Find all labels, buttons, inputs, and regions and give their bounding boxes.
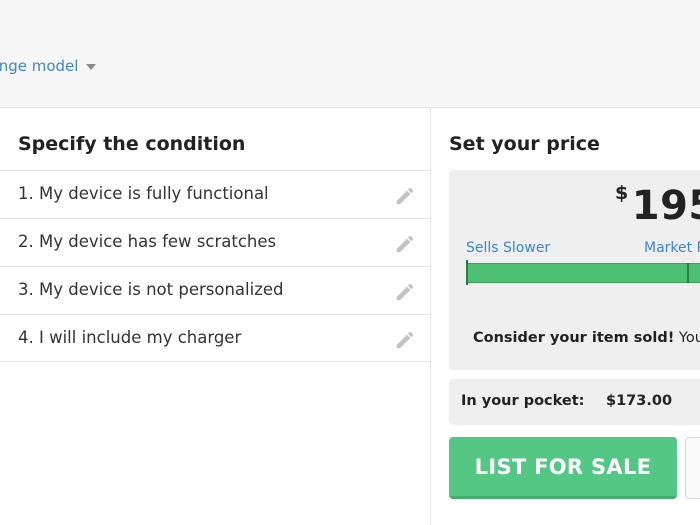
price-amount: $195 — [615, 182, 700, 229]
market-rate-label[interactable]: Market R — [644, 240, 700, 256]
pocket-value: $173.00 — [606, 393, 673, 409]
condition-list: 1. My device is fully functional 2. My d… — [0, 170, 430, 362]
change-model-label: hange model — [0, 57, 79, 75]
pencil-icon[interactable] — [394, 233, 416, 255]
list-for-sale-button[interactable]: LIST FOR SALE — [449, 437, 677, 499]
price-panel: Set your price $195 Sells Slower Market … — [431, 108, 700, 525]
condition-title: Specify the condition — [18, 133, 246, 155]
pocket-card: In your pocket: $173.00 — [449, 379, 700, 425]
secondary-button-edge[interactable] — [685, 437, 700, 499]
condition-panel: Specify the condition 1. My device is fu… — [0, 108, 431, 525]
condition-item[interactable]: 4. I will include my charger — [0, 314, 430, 362]
condition-item[interactable]: 1. My device is fully functional — [0, 170, 430, 218]
pencil-icon[interactable] — [394, 281, 416, 303]
condition-item-label: 3. My device is not personalized — [18, 280, 284, 299]
slider-start-tick — [466, 260, 468, 285]
pencil-icon[interactable] — [394, 329, 416, 351]
sells-slower-label[interactable]: Sells Slower — [466, 240, 550, 256]
change-model-link[interactable]: hange model — [0, 57, 97, 75]
currency-symbol: $ — [615, 182, 629, 204]
price-card: $195 Sells Slower Market R Consider your… — [449, 170, 700, 370]
pencil-icon[interactable] — [394, 185, 416, 207]
condition-item[interactable]: 3. My device is not personalized — [0, 266, 430, 314]
price-value: 195 — [631, 183, 700, 229]
price-title: Set your price — [449, 133, 600, 155]
price-slider-track[interactable] — [466, 263, 700, 283]
condition-item-label: 1. My device is fully functional — [18, 184, 269, 203]
sold-message-rest: Your — [678, 330, 700, 346]
condition-item-label: 4. I will include my charger — [18, 328, 242, 347]
condition-item[interactable]: 2. My device has few scratches — [0, 218, 430, 266]
pocket-label: In your pocket: — [461, 393, 585, 409]
slider-handle[interactable] — [687, 263, 689, 283]
sold-message: Consider your item sold! Your — [473, 330, 700, 346]
sold-message-bold: Consider your item sold! — [473, 330, 675, 346]
condition-item-label: 2. My device has few scratches — [18, 232, 277, 251]
top-bar: hange model — [0, 0, 700, 108]
caret-down-icon — [86, 63, 97, 70]
